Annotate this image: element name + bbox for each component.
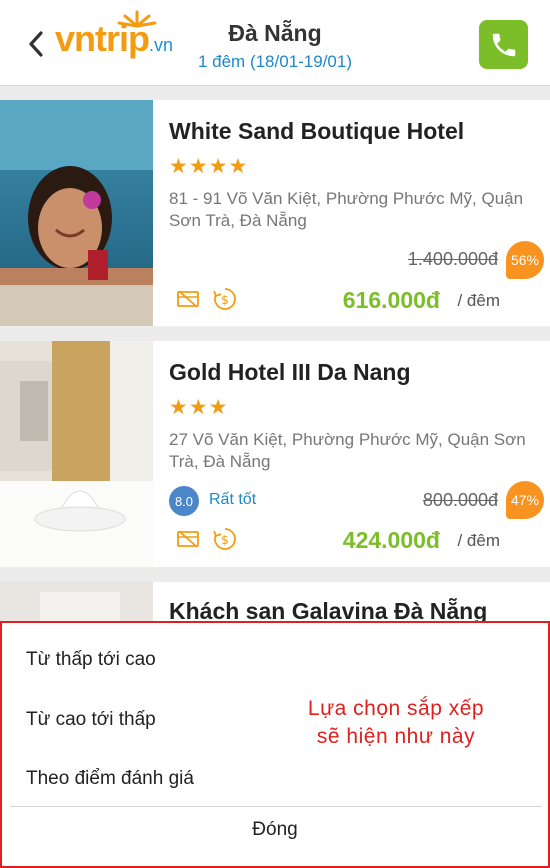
hotel-card[interactable]: White Sand Boutique Hotel ★★★★ 81 - 91 V… bbox=[0, 100, 550, 326]
hotel-card[interactable]: Gold Hotel III Da Nang ★★★ 27 Võ Văn Kiệ… bbox=[0, 341, 550, 567]
sort-price-high-to-low[interactable]: Từ cao tới thấp bbox=[26, 709, 156, 731]
hotel-address: 81 - 91 Võ Văn Kiệt, Phường Phước Mỹ, Qu… bbox=[169, 189, 524, 230]
stay-dates[interactable]: 1 đêm (18/01-19/01) bbox=[160, 52, 390, 72]
sort-options-sheet: Từ thấp tới cao Từ cao tới thấp Theo điể… bbox=[0, 621, 550, 868]
close-button[interactable]: Đóng bbox=[2, 819, 548, 841]
hotel-photo bbox=[0, 341, 153, 567]
divider bbox=[10, 806, 542, 807]
review-score-label: Rất tốt bbox=[209, 491, 257, 508]
star-rating: ★★★ bbox=[169, 396, 229, 419]
chevron-left-icon bbox=[29, 31, 43, 57]
annotation-text: sẽ hiện như này bbox=[316, 725, 476, 748]
original-price: 800.000đ bbox=[422, 490, 498, 510]
original-price: 1.400.000đ bbox=[407, 249, 498, 269]
logo-wordmark: vntrip.vn bbox=[55, 18, 174, 59]
sort-by-rating[interactable]: Theo điểm đánh giá bbox=[26, 768, 194, 790]
hotel-name[interactable]: White Sand Boutique Hotel bbox=[169, 118, 464, 145]
refund-icon: $ bbox=[213, 528, 236, 550]
hotel-name[interactable]: Gold Hotel III Da Nang bbox=[169, 359, 411, 386]
per-night-label: / đêm bbox=[457, 531, 500, 550]
star-rating: ★★★★ bbox=[169, 155, 249, 178]
svg-text:$: $ bbox=[221, 533, 229, 547]
no-breakfast-icon bbox=[177, 290, 199, 308]
sale-price: 424.000đ bbox=[342, 527, 440, 553]
sort-price-low-to-high[interactable]: Từ thấp tới cao bbox=[26, 649, 156, 671]
back-button[interactable] bbox=[22, 26, 50, 62]
no-breakfast-icon bbox=[177, 530, 199, 548]
phone-icon bbox=[492, 33, 515, 56]
svg-text:$: $ bbox=[221, 293, 229, 307]
destination-title: Đà Nẵng bbox=[228, 20, 322, 46]
discount-badge: 47% bbox=[506, 481, 544, 519]
top-bar: vntrip.vn Đà Nẵng 1 đêm (18/01-19/01) bbox=[0, 0, 550, 86]
per-night-label: / đêm bbox=[457, 291, 500, 310]
hotel-address: 27 Võ Văn Kiệt, Phường Phước Mỹ, Quận Sơ… bbox=[169, 430, 526, 471]
annotation-text: Lựa chọn sắp xếp bbox=[307, 697, 485, 720]
review-score-badge: 8.0 bbox=[169, 486, 199, 516]
hotel-photo bbox=[0, 100, 153, 326]
sale-price: 616.000đ bbox=[342, 287, 440, 313]
discount-badge: 56% bbox=[506, 241, 544, 279]
call-button[interactable] bbox=[479, 20, 528, 69]
refund-icon: $ bbox=[213, 288, 236, 310]
